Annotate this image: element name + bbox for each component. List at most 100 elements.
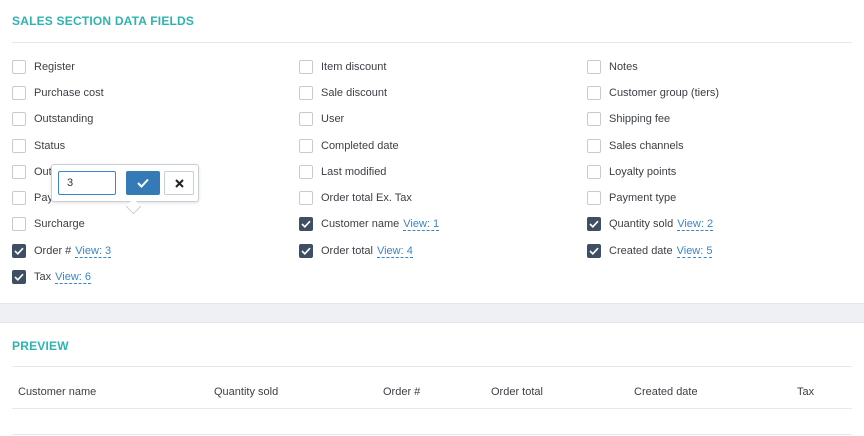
preview-col-order-number: Order # <box>383 386 421 398</box>
checkbox-surcharge[interactable] <box>12 217 26 231</box>
field-label: Last modified <box>321 166 387 178</box>
preview-col-order-total: Order total <box>491 386 543 398</box>
field-label: Loyalty points <box>609 166 677 178</box>
checkbox-status[interactable] <box>12 139 26 153</box>
view-order-link[interactable]: View: 2 <box>677 218 714 231</box>
field-label: Surcharge <box>34 218 85 230</box>
view-order-link[interactable]: View: 4 <box>376 245 413 258</box>
view-order-link[interactable]: View: 1 <box>403 218 440 231</box>
checkbox-out[interactable] <box>12 165 26 179</box>
field-sale-discount: Sale discount <box>299 84 387 102</box>
check-icon <box>301 247 311 255</box>
checkbox-order-total-ex-tax[interactable] <box>299 191 313 205</box>
view-order-link[interactable]: View: 5 <box>676 245 713 258</box>
sales-section-title: SALES SECTION DATA FIELDS <box>12 14 195 28</box>
check-icon <box>14 273 24 281</box>
preview-section-title: PREVIEW <box>12 339 69 353</box>
field-tax: Tax View: 6 <box>12 268 91 286</box>
field-completed-date: Completed date <box>299 137 399 155</box>
field-out: Out <box>12 163 52 181</box>
field-label: User <box>321 113 345 125</box>
preview-col-quantity-sold: Quantity sold <box>214 386 279 398</box>
field-last-modified: Last modified <box>299 163 386 181</box>
field-label: Tax <box>34 271 52 283</box>
checkbox-purchase-cost[interactable] <box>12 86 26 100</box>
field-shipping-fee: Shipping fee <box>587 110 670 128</box>
field-notes: Notes <box>587 58 638 76</box>
field-label: Notes <box>609 61 638 73</box>
popover-cancel-button[interactable] <box>164 171 194 195</box>
section-separator <box>0 303 864 323</box>
field-purchase-cost: Purchase cost <box>12 84 104 102</box>
field-label: Order total <box>321 245 373 257</box>
view-order-input[interactable] <box>58 171 116 195</box>
checkbox-quantity-sold[interactable] <box>587 217 601 231</box>
checkbox-user[interactable] <box>299 112 313 126</box>
field-outstanding: Outstanding <box>12 110 93 128</box>
close-icon <box>174 178 184 188</box>
preview-col-created-date: Created date <box>634 386 698 398</box>
field-label: Out <box>34 166 52 178</box>
checkbox-last-modified[interactable] <box>299 165 313 179</box>
view-order-link[interactable]: View: 6 <box>55 271 91 284</box>
field-register: Register <box>12 58 75 76</box>
check-icon <box>301 220 311 228</box>
view-order-popover <box>51 164 199 215</box>
field-label: Payment type <box>609 192 677 204</box>
preview-col-customer-name: Customer name <box>18 386 97 398</box>
checkbox-register[interactable] <box>12 60 26 74</box>
checkbox-outstanding[interactable] <box>12 112 26 126</box>
preview-col-tax: Tax <box>797 386 815 398</box>
checkbox-payment-type[interactable] <box>587 191 601 205</box>
field-loyalty-points: Loyalty points <box>587 163 676 181</box>
field-user: User <box>299 110 344 128</box>
preview-row-divider <box>12 434 852 435</box>
field-payment-type: Payment type <box>587 189 676 207</box>
field-label: Order # <box>34 245 72 257</box>
field-customer-group-tiers: Customer group (tiers) <box>587 84 719 102</box>
field-label: Outstanding <box>34 113 94 125</box>
check-icon <box>14 247 24 255</box>
field-label: Customer name <box>321 218 400 230</box>
checkbox-tax[interactable] <box>12 270 26 284</box>
check-icon <box>589 247 599 255</box>
field-customer-name: Customer name View: 1 <box>299 215 440 233</box>
checkbox-order[interactable] <box>12 244 26 258</box>
checkbox-notes[interactable] <box>587 60 601 74</box>
field-sales-channels: Sales channels <box>587 137 684 155</box>
field-label: Shipping fee <box>609 113 671 125</box>
check-icon <box>589 220 599 228</box>
field-surcharge: Surcharge <box>12 215 85 233</box>
popover-confirm-button[interactable] <box>126 171 160 195</box>
checkbox-customer-name[interactable] <box>299 217 313 231</box>
field-label: Order total Ex. Tax <box>321 192 412 204</box>
field-order-total-ex-tax: Order total Ex. Tax <box>299 189 412 207</box>
checkbox-shipping-fee[interactable] <box>587 112 601 126</box>
check-icon <box>137 178 149 188</box>
field-label: Completed date <box>321 140 399 152</box>
field-pay: Pay <box>12 189 53 207</box>
checkbox-item-discount[interactable] <box>299 60 313 74</box>
field-status: Status <box>12 137 65 155</box>
checkbox-completed-date[interactable] <box>299 139 313 153</box>
checkbox-loyalty-points[interactable] <box>587 165 601 179</box>
field-label: Sales channels <box>609 140 684 152</box>
view-order-link[interactable]: View: 3 <box>75 245 112 258</box>
field-label: Sale discount <box>321 87 388 99</box>
field-quantity-sold: Quantity sold View: 2 <box>587 215 714 233</box>
checkbox-sales-channels[interactable] <box>587 139 601 153</box>
field-label: Register <box>34 61 75 73</box>
popover-arrow <box>125 198 142 215</box>
checkbox-order-total[interactable] <box>299 244 313 258</box>
field-label: Item discount <box>321 61 387 73</box>
checkbox-customer-group-tiers[interactable] <box>587 86 601 100</box>
field-created-date: Created date View: 5 <box>587 242 713 260</box>
checkbox-created-date[interactable] <box>587 244 601 258</box>
preview-header-divider <box>12 408 852 409</box>
checkbox-pay[interactable] <box>12 191 26 205</box>
field-item-discount: Item discount <box>299 58 386 76</box>
checkbox-sale-discount[interactable] <box>299 86 313 100</box>
field-label: Purchase cost <box>34 87 104 99</box>
preview-title-divider <box>12 366 852 367</box>
field-label: Customer group (tiers) <box>609 87 720 99</box>
